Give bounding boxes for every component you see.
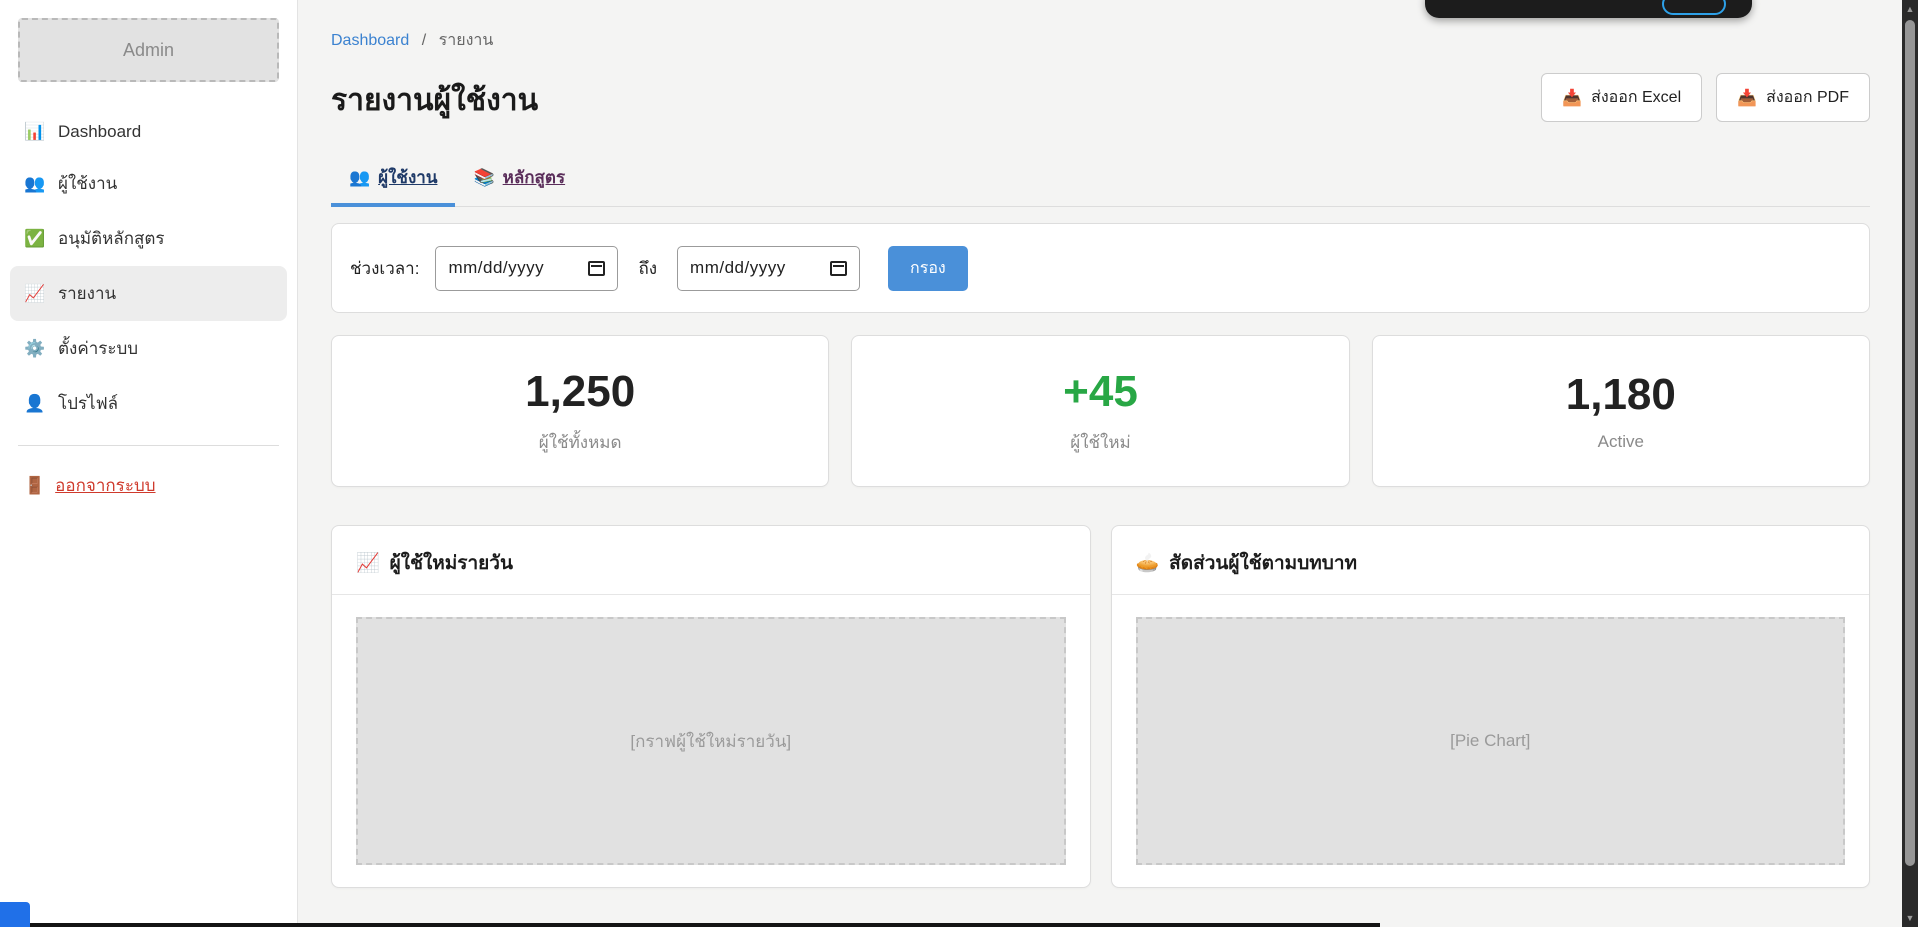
sidebar-item-label: ตั้งค่าระบบ bbox=[58, 335, 138, 362]
date-from-input[interactable]: mm/dd/yyyy bbox=[435, 246, 618, 291]
chart-increasing-icon: 📈 bbox=[24, 284, 46, 304]
scrollbar-thumb[interactable] bbox=[1905, 20, 1915, 866]
books-icon: 📚 bbox=[473, 168, 494, 188]
check-icon: ✅ bbox=[24, 229, 46, 249]
sidebar-item-users[interactable]: 👥 ผู้ใช้งาน bbox=[10, 156, 287, 211]
sidebar-menu: 📊 Dashboard 👥 ผู้ใช้งาน ✅ อนุมัติหลักสูต… bbox=[0, 108, 297, 431]
sidebar-item-dashboard[interactable]: 📊 Dashboard bbox=[10, 108, 287, 156]
admin-logo-label: Admin bbox=[123, 40, 174, 61]
chart-card-users-by-role: 🥧 สัดส่วนผู้ใช้ตามบทบาท [Pie Chart] bbox=[1111, 525, 1871, 888]
date-to-placeholder: mm/dd/yyyy bbox=[690, 258, 786, 278]
download-icon: 📥 bbox=[1562, 88, 1582, 108]
scroll-up-arrow[interactable]: ▲ bbox=[1902, 0, 1918, 18]
date-range-label: ช่วงเวลา: bbox=[350, 255, 419, 282]
door-icon: 🚪 bbox=[24, 476, 45, 496]
date-from-placeholder: mm/dd/yyyy bbox=[448, 258, 544, 278]
users-icon: 👥 bbox=[349, 168, 370, 188]
export-buttons: 📥 ส่งออก Excel 📥 ส่งออก PDF bbox=[1541, 73, 1870, 122]
vertical-scrollbar[interactable]: ▲ ▼ bbox=[1902, 0, 1918, 927]
stat-card-active-users: 1,180 Active bbox=[1372, 335, 1870, 487]
pie-icon: 🥧 bbox=[1136, 551, 1160, 575]
export-excel-button[interactable]: 📥 ส่งออก Excel bbox=[1541, 73, 1702, 122]
placeholder-text: [กราฟผู้ใช้ใหม่รายวัน] bbox=[630, 728, 791, 755]
breadcrumb: Dashboard / รายงาน bbox=[331, 28, 1870, 53]
sidebar: Admin 📊 Dashboard 👥 ผู้ใช้งาน ✅ อนุมัติห… bbox=[0, 0, 298, 927]
sidebar-item-label: Dashboard bbox=[58, 122, 141, 142]
stats-row: 1,250 ผู้ใช้ทั้งหมด +45 ผู้ใช้ใหม่ 1,180… bbox=[331, 335, 1870, 487]
stat-label-new-users: ผู้ใช้ใหม่ bbox=[1070, 429, 1131, 456]
chart-title-users-by-role: สัดส่วนผู้ใช้ตามบทบาท bbox=[1169, 548, 1357, 578]
sidebar-item-label: รายงาน bbox=[58, 280, 116, 307]
sidebar-item-reports[interactable]: 📈 รายงาน bbox=[10, 266, 287, 321]
main-content: Dashboard / รายงาน รายงานผู้ใช้งาน 📥 ส่ง… bbox=[299, 0, 1902, 927]
filter-button[interactable]: กรอง bbox=[888, 246, 968, 291]
sidebar-item-system-settings[interactable]: ⚙️ ตั้งค่าระบบ bbox=[10, 321, 287, 376]
stat-card-total-users: 1,250 ผู้ใช้ทั้งหมด bbox=[331, 335, 829, 487]
sidebar-item-approve-courses[interactable]: ✅ อนุมัติหลักสูตร bbox=[10, 211, 287, 266]
gear-icon: ⚙️ bbox=[24, 339, 46, 359]
sidebar-item-profile[interactable]: 👤 โปรไฟล์ bbox=[10, 376, 287, 431]
page-title: รายงานผู้ใช้งาน bbox=[331, 77, 538, 124]
stat-value-new-users: +45 bbox=[1063, 367, 1138, 417]
users-icon: 👥 bbox=[24, 174, 46, 194]
scroll-down-arrow[interactable]: ▼ bbox=[1902, 909, 1918, 927]
breadcrumb-dashboard-link[interactable]: Dashboard bbox=[331, 32, 409, 49]
sidebar-item-label: ผู้ใช้งาน bbox=[58, 170, 117, 197]
sidebar-item-label: โปรไฟล์ bbox=[58, 390, 118, 417]
breadcrumb-current: รายงาน bbox=[439, 32, 494, 49]
browser-notification-overlay bbox=[1425, 0, 1752, 18]
daily-new-users-chart-placeholder: [กราฟผู้ใช้ใหม่รายวัน] bbox=[356, 617, 1066, 865]
date-to-input[interactable]: mm/dd/yyyy bbox=[677, 246, 860, 291]
logout-link[interactable]: 🚪 ออกจากระบบ bbox=[10, 460, 287, 511]
calendar-icon[interactable] bbox=[830, 261, 847, 276]
tab-courses-label: หลักสูตร bbox=[503, 164, 565, 191]
sidebar-divider bbox=[18, 445, 279, 446]
stat-card-new-users: +45 ผู้ใช้ใหม่ bbox=[851, 335, 1349, 487]
bar-chart-icon: 📊 bbox=[24, 122, 46, 142]
chart-title-daily-new-users: ผู้ใช้ใหม่รายวัน bbox=[390, 548, 513, 578]
export-pdf-button[interactable]: 📥 ส่งออก PDF bbox=[1716, 73, 1870, 122]
tab-users[interactable]: 👥 ผู้ใช้งาน bbox=[331, 154, 455, 207]
placeholder-text: [Pie Chart] bbox=[1450, 731, 1530, 751]
users-by-role-chart-placeholder: [Pie Chart] bbox=[1136, 617, 1846, 865]
tab-users-label: ผู้ใช้งาน bbox=[378, 164, 437, 191]
tab-courses[interactable]: 📚 หลักสูตร bbox=[455, 154, 583, 207]
person-icon: 👤 bbox=[24, 394, 46, 414]
date-filter-card: ช่วงเวลา: mm/dd/yyyy ถึง mm/dd/yyyy กรอง bbox=[331, 223, 1870, 313]
corner-blue-element bbox=[0, 902, 30, 927]
chart-increasing-icon: 📈 bbox=[356, 551, 380, 575]
export-excel-label: ส่งออก Excel bbox=[1591, 85, 1681, 110]
overlay-pill-button[interactable] bbox=[1662, 0, 1726, 15]
bottom-edge-line bbox=[0, 923, 1380, 927]
date-to-label: ถึง bbox=[638, 255, 657, 282]
stat-label-active-users: Active bbox=[1598, 432, 1644, 452]
chart-card-daily-new-users: 📈 ผู้ใช้ใหม่รายวัน [กราฟผู้ใช้ใหม่รายวัน… bbox=[331, 525, 1091, 888]
sidebar-item-label: อนุมัติหลักสูตร bbox=[58, 225, 165, 252]
stat-value-total-users: 1,250 bbox=[525, 367, 635, 417]
stat-value-active-users: 1,180 bbox=[1566, 370, 1676, 420]
download-icon: 📥 bbox=[1737, 88, 1757, 108]
breadcrumb-separator: / bbox=[422, 32, 426, 49]
export-pdf-label: ส่งออก PDF bbox=[1766, 85, 1849, 110]
logout-label: ออกจากระบบ bbox=[55, 472, 155, 499]
stat-label-total-users: ผู้ใช้ทั้งหมด bbox=[539, 429, 622, 456]
charts-row: 📈 ผู้ใช้ใหม่รายวัน [กราฟผู้ใช้ใหม่รายวัน… bbox=[331, 525, 1870, 888]
report-tabs: 👥 ผู้ใช้งาน 📚 หลักสูตร bbox=[331, 154, 1870, 207]
calendar-icon[interactable] bbox=[588, 261, 605, 276]
admin-logo-placeholder: Admin bbox=[18, 18, 279, 82]
